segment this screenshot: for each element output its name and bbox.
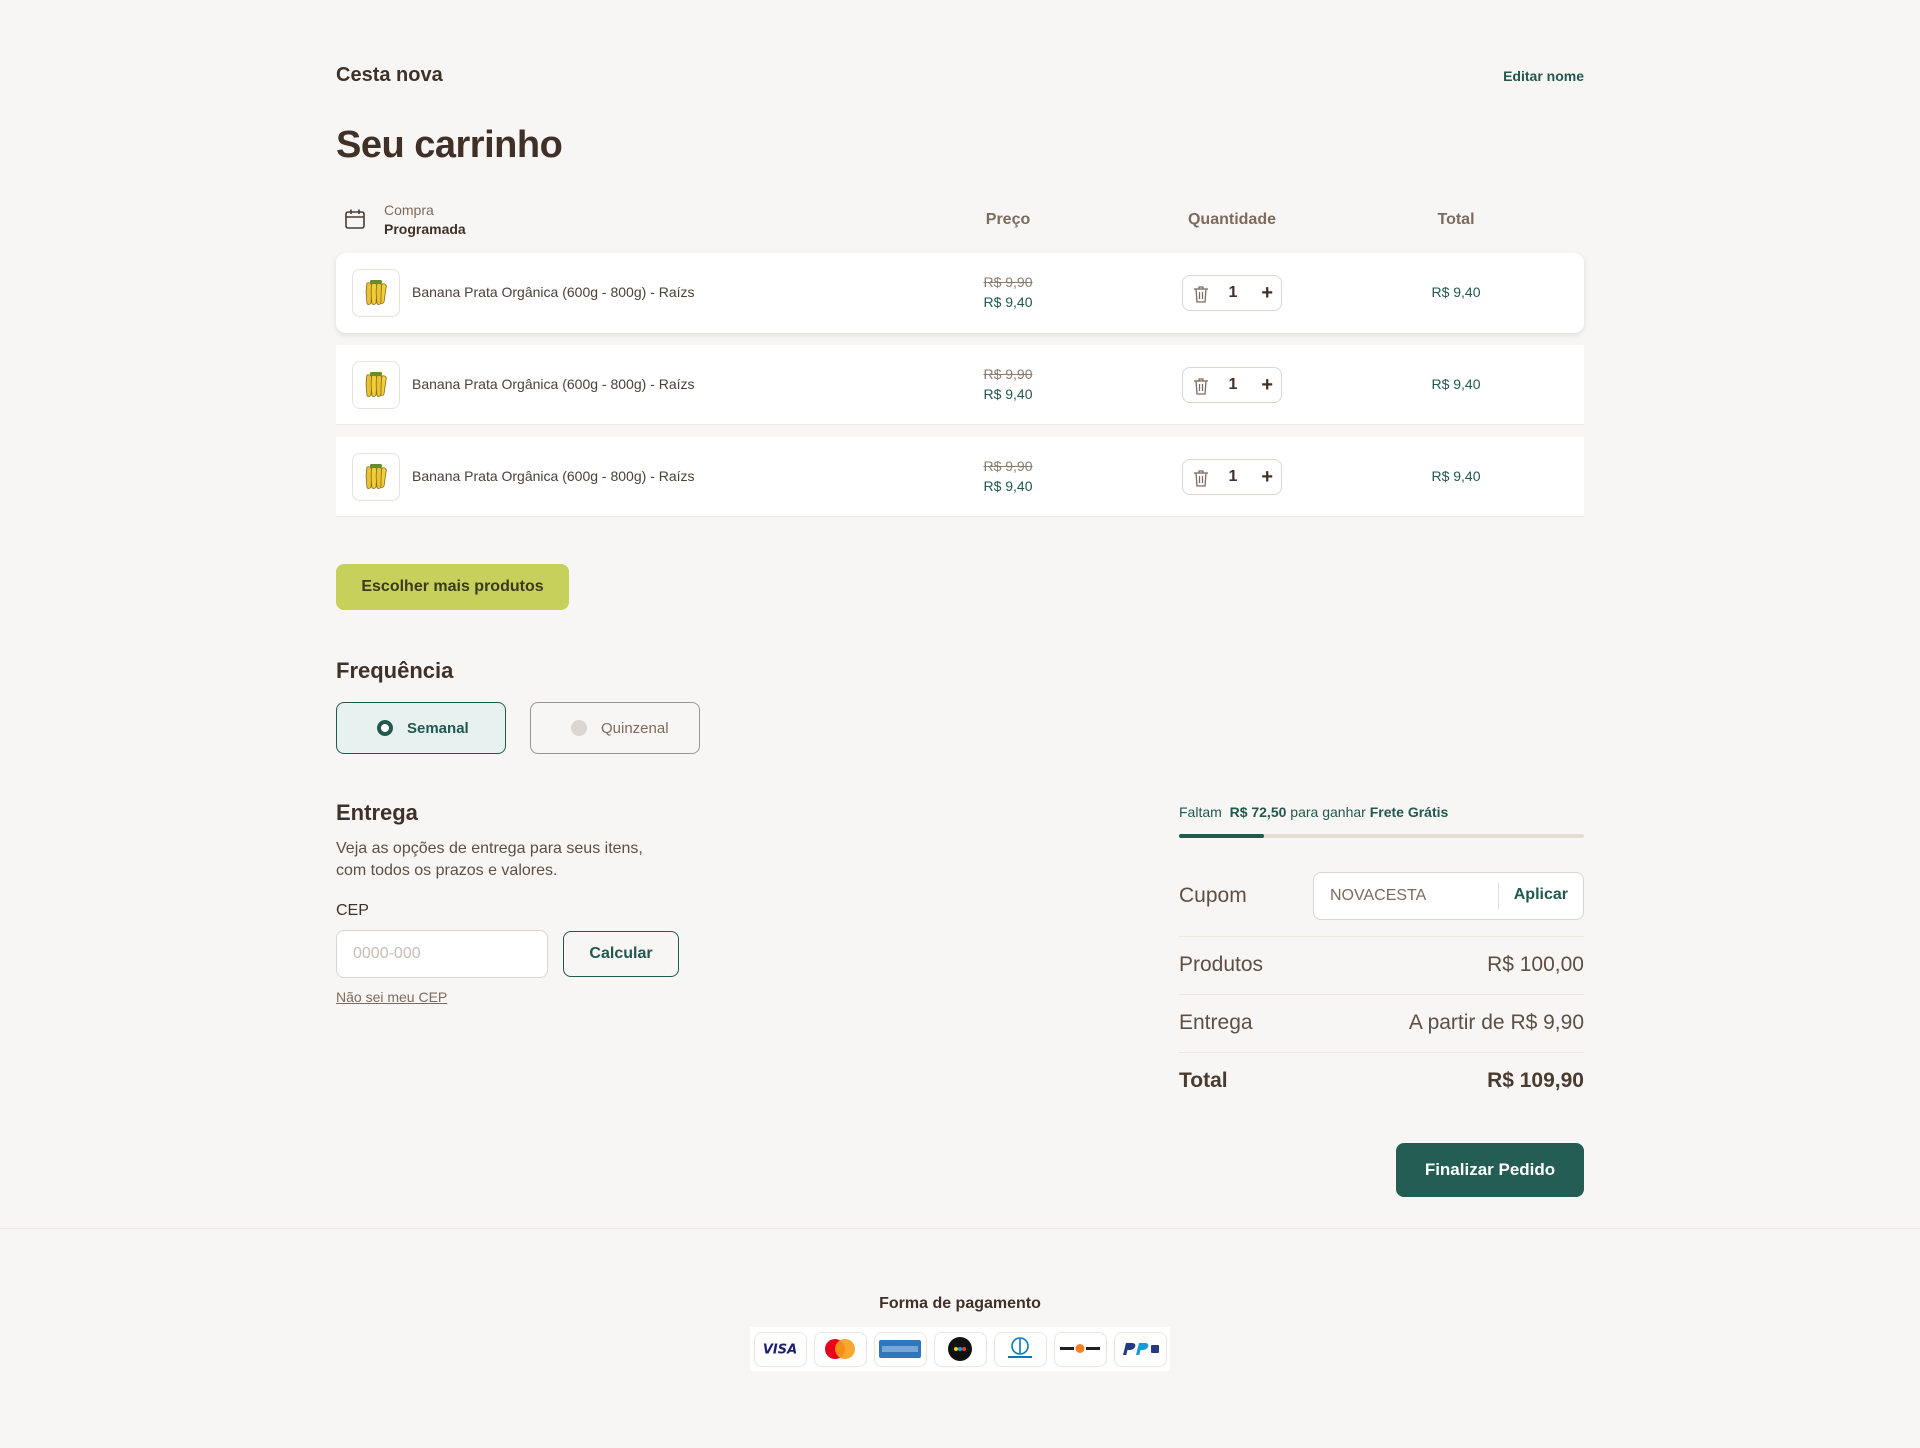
free-shipping-prefix: Faltam [1179,804,1222,820]
footer-divider [0,1228,1920,1229]
product-thumbnail [352,361,400,409]
free-shipping-goal: Frete Grátis [1369,804,1449,820]
quantity-value[interactable]: 1 [1221,284,1245,302]
free-shipping-progress-fill [1179,834,1265,838]
original-price: R$ 9,90 [983,458,1033,474]
plus-icon[interactable]: + [1261,374,1273,396]
cep-input[interactable] [336,930,548,978]
cart-item-row: Banana Prata Orgânica (600g - 800g) - Ra… [336,345,1584,425]
banana-icon [365,464,387,489]
discounted-price: R$ 9,40 [983,478,1033,494]
trash-icon[interactable] [1193,377,1209,395]
free-shipping-progress [1179,834,1584,838]
products-value: R$ 100,00 [1487,953,1584,976]
product-name[interactable]: Banana Prata Orgânica (600g - 800g) - Ra… [412,376,695,392]
quantity-stepper: 1 + [1182,367,1282,403]
column-quantity: Quantidade [1187,211,1276,228]
discounted-price: R$ 9,40 [983,386,1033,402]
total-label: Total [1179,1069,1228,1092]
original-price: R$ 9,90 [983,274,1033,290]
quantity-stepper: 1 + [1182,459,1282,495]
frequency-option-label: Semanal [407,719,469,737]
payment-methods: VISA [750,1327,1170,1371]
product-thumbnail [352,269,400,317]
payment-title: Forma de pagamento [879,1295,1041,1312]
coupon-input[interactable] [1314,873,1498,919]
coupon-label: Cupom [1179,884,1247,907]
mastercard-icon [813,1331,867,1367]
divider [1179,936,1584,937]
diners-club-icon [993,1331,1047,1367]
products-label: Produtos [1179,953,1264,976]
purchase-label: Compra [384,202,434,218]
product-name[interactable]: Banana Prata Orgânica (600g - 800g) - Ra… [412,284,695,300]
product-name[interactable]: Banana Prata Orgânica (600g - 800g) - Ra… [412,468,695,484]
coupon-divider [1498,883,1499,909]
frequency-option-biweekly[interactable]: Quinzenal [530,702,700,754]
item-total: R$ 9,40 [1431,468,1481,484]
apply-coupon-button[interactable]: Aplicar [1514,886,1568,904]
discover-icon [1053,1331,1107,1367]
paypal-icon [1113,1331,1167,1367]
amex-icon [873,1331,927,1367]
banana-icon [365,280,387,305]
delivery-label: Entrega [1179,1011,1253,1034]
choose-more-products-button[interactable]: Escolher mais produtos [336,564,569,610]
divider [1179,994,1584,995]
quantity-stepper: 1 + [1182,275,1282,311]
delivery-title: Entrega [336,800,418,825]
frequency-option-weekly[interactable]: Semanal [336,702,506,754]
original-price: R$ 9,90 [983,366,1033,382]
cep-label: CEP [336,902,369,919]
svg-text:VISA: VISA [763,1343,797,1357]
coupon-field: Aplicar [1313,872,1584,920]
radio-unselected-icon [571,720,587,736]
banana-icon [365,372,387,397]
visa-icon: VISA [753,1331,807,1367]
page-title: Seu carrinho [336,124,563,166]
divider [1179,1052,1584,1053]
plus-icon[interactable]: + [1261,466,1273,488]
elo-icon [933,1331,987,1367]
purchase-type: Programada [384,221,466,237]
cart-item-row: Banana Prata Orgânica (600g - 800g) - Ra… [336,437,1584,517]
trash-icon[interactable] [1193,285,1209,303]
calendar-icon [345,209,365,229]
item-total: R$ 9,40 [1431,284,1481,300]
quantity-value[interactable]: 1 [1221,468,1245,486]
basket-name: Cesta nova [336,64,443,86]
column-price: Preço [985,211,1031,228]
cart-item-row: Banana Prata Orgânica (600g - 800g) - Ra… [336,253,1584,333]
frequency-title: Frequência [336,658,454,683]
item-total: R$ 9,40 [1431,376,1481,392]
delivery-value: A partir de R$ 9,90 [1408,1011,1584,1034]
cart-table-header: Compra Programada Preço Quantidade Total [336,198,1584,242]
frequency-option-label: Quinzenal [601,719,669,737]
column-total: Total [1437,211,1475,228]
free-shipping-middle: para ganhar [1290,804,1366,820]
free-shipping-message: Faltam R$ 72,50 para ganhar Frete Grátis [1179,804,1448,820]
edit-name-link[interactable]: Editar nome [1503,68,1584,84]
quantity-value[interactable]: 1 [1221,376,1245,394]
product-thumbnail [352,453,400,501]
calculate-button[interactable]: Calcular [563,931,679,977]
discounted-price: R$ 9,40 [983,294,1033,310]
trash-icon[interactable] [1193,469,1209,487]
unknown-cep-link[interactable]: Não sei meu CEP [336,989,447,1005]
delivery-description: Veja as opções de entrega para seus iten… [336,840,643,879]
radio-selected-icon [377,720,393,736]
free-shipping-amount: R$ 72,50 [1229,804,1287,820]
plus-icon[interactable]: + [1261,282,1273,304]
total-value: R$ 109,90 [1487,1069,1584,1092]
finish-order-button[interactable]: Finalizar Pedido [1396,1143,1584,1197]
